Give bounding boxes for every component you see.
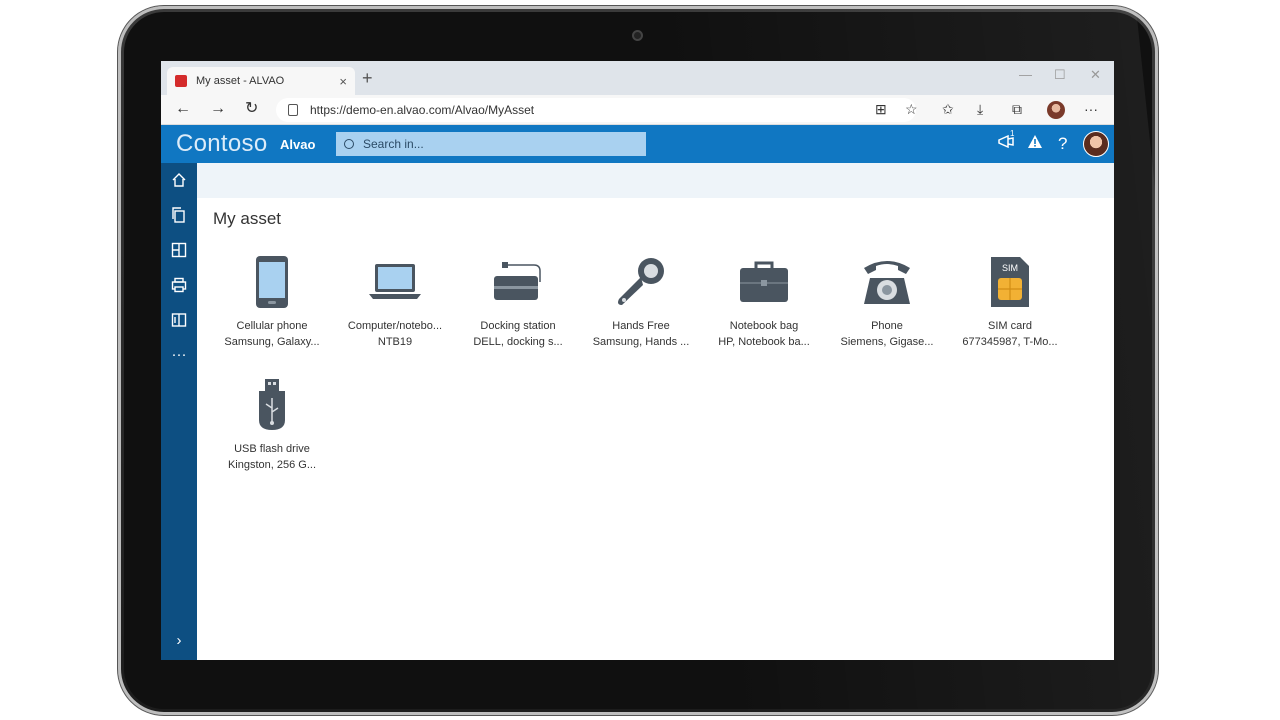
collections-icon[interactable]: ⧉ <box>1012 100 1022 118</box>
back-arrow-icon[interactable]: ← <box>175 100 191 118</box>
tab-bar: My asset - ALVAO × + — ☐ ✕ <box>161 61 1114 95</box>
forward-arrow-icon[interactable]: → <box>210 100 226 118</box>
home-icon[interactable] <box>170 172 188 190</box>
close-window-button[interactable]: ✕ <box>1090 67 1101 83</box>
asset-name: SIM card <box>987 320 1032 332</box>
asset-description: Samsung, Galaxy... <box>224 336 320 348</box>
briefcase-icon <box>705 246 823 318</box>
sim-label: SIM <box>1002 263 1018 273</box>
asset-name: Hands Free <box>612 320 670 332</box>
search-input[interactable]: Search in... <box>336 132 646 156</box>
asset-name: Computer/notebo... <box>347 320 443 332</box>
command-bar <box>197 163 1114 198</box>
asset-name: Phone <box>871 320 903 332</box>
asset-tile[interactable]: SIM SIM card 677345987, T-Mo... <box>951 246 1069 350</box>
tab-close-button[interactable]: × <box>339 74 347 89</box>
browser-tab[interactable]: My asset - ALVAO × <box>167 67 355 95</box>
left-nav: ··· › <box>161 163 197 660</box>
cellular-phone-icon <box>213 246 331 318</box>
asset-tile[interactable]: Phone Siemens, Gigase... <box>828 246 946 350</box>
favorites-icon[interactable]: ✩ <box>942 100 954 118</box>
asset-name: USB flash drive <box>234 443 310 455</box>
search-placeholder: Search in... <box>363 137 424 151</box>
maximize-button[interactable]: ☐ <box>1054 67 1066 83</box>
browser-profile-avatar[interactable] <box>1047 101 1065 119</box>
browser-window: My asset - ALVAO × + — ☐ ✕ ← → ↻ https:/… <box>161 61 1114 660</box>
warning-icon[interactable] <box>1027 134 1043 154</box>
documents-icon[interactable] <box>170 207 188 225</box>
more-nav-icon[interactable]: ··· <box>170 346 188 364</box>
help-icon[interactable]: ? <box>1058 134 1067 154</box>
headset-icon <box>582 246 700 318</box>
camera-icon <box>632 30 643 41</box>
sim-card-icon: SIM <box>951 246 1069 318</box>
asset-description: 677345987, T-Mo... <box>962 336 1058 348</box>
asset-tile[interactable]: USB flash drive Kingston, 256 G... <box>213 369 331 473</box>
notification-count-badge: 1 <box>1010 129 1015 138</box>
docking-station-icon <box>459 246 577 318</box>
assets-printer-icon[interactable] <box>170 277 188 295</box>
url-text: https://demo-en.alvao.com/Alvao/MyAsset <box>310 103 535 117</box>
asset-tile[interactable]: Hands Free Samsung, Hands ... <box>582 246 700 350</box>
brand-logo[interactable]: Contoso <box>176 130 268 158</box>
asset-tile[interactable]: Cellular phone Samsung, Galaxy... <box>213 246 331 350</box>
product-name[interactable]: Alvao <box>280 137 315 152</box>
usb-drive-icon <box>213 369 331 441</box>
asset-tile[interactable]: Notebook bag HP, Notebook ba... <box>705 246 823 350</box>
asset-description: Kingston, 256 G... <box>227 459 317 471</box>
asset-name: Cellular phone <box>236 320 308 332</box>
dashboard-icon[interactable] <box>170 242 188 260</box>
asset-description: NTB19 <box>377 336 413 348</box>
asset-description: DELL, docking s... <box>473 336 563 348</box>
minimize-button[interactable]: — <box>1019 67 1032 82</box>
knowledge-book-icon[interactable] <box>170 312 188 330</box>
desk-phone-icon <box>828 246 946 318</box>
add-favorite-icon[interactable]: ☆ <box>905 100 918 118</box>
page-title: My asset <box>213 209 282 228</box>
refresh-icon[interactable]: ↻ <box>245 100 258 118</box>
asset-tile[interactable]: Computer/notebo... NTB19 <box>336 246 454 350</box>
app-grid-icon[interactable]: ⊞ <box>875 100 887 118</box>
tab-title: My asset - ALVAO <box>196 75 285 87</box>
asset-name: Docking station <box>480 320 556 332</box>
alvao-favicon-icon <box>175 75 187 87</box>
download-icon[interactable]: ⤓ <box>977 100 983 118</box>
expand-nav-icon[interactable]: › <box>170 632 188 650</box>
app-header: Contoso Alvao Search in... 1 ? <box>161 125 1114 163</box>
more-menu-button[interactable]: ··· <box>1084 100 1098 118</box>
asset-description: Samsung, Hands ... <box>592 336 690 348</box>
address-bar: ← → ↻ https://demo-en.alvao.com/Alvao/My… <box>161 95 1114 125</box>
asset-tile[interactable]: Docking station DELL, docking s... <box>459 246 577 350</box>
search-icon <box>341 136 357 152</box>
asset-description: HP, Notebook ba... <box>718 336 810 348</box>
lock-icon <box>288 104 298 116</box>
user-avatar[interactable] <box>1083 131 1109 157</box>
url-field[interactable]: https://demo-en.alvao.com/Alvao/MyAsset <box>276 98 916 122</box>
asset-description: Siemens, Gigase... <box>840 336 934 348</box>
asset-name: Notebook bag <box>729 320 799 332</box>
laptop-icon <box>336 246 454 318</box>
new-tab-button[interactable]: + <box>362 69 373 87</box>
